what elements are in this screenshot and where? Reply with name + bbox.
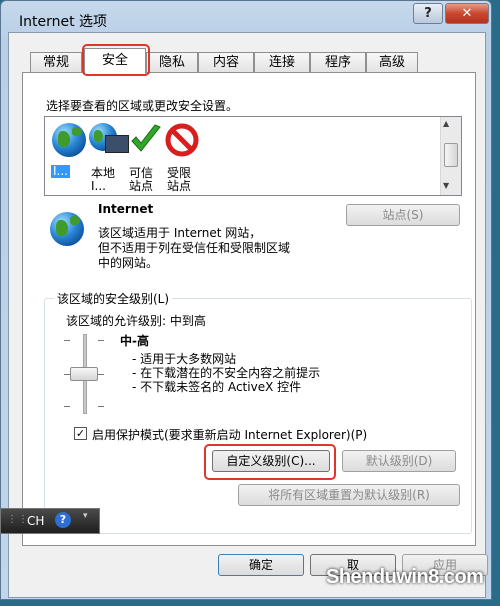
- watermark: Shenduwin8.com: [326, 566, 484, 588]
- security-level-name: 中-高: [120, 334, 149, 348]
- zone-item-restricted-sites[interactable]: 受限 站点: [165, 123, 205, 193]
- close-button[interactable]: ✕: [445, 3, 489, 24]
- tab-connections[interactable]: 连接: [254, 52, 310, 73]
- protected-mode-checkbox[interactable]: ✓: [74, 427, 87, 440]
- security-level-slider[interactable]: [62, 334, 108, 414]
- help-button[interactable]: ?: [413, 3, 443, 24]
- ok-button[interactable]: 确定: [218, 554, 304, 576]
- allowed-levels-text: 该区域的允许级别: 中到高: [66, 314, 206, 328]
- default-level-button[interactable]: 默认级别(D): [342, 450, 456, 472]
- selected-zone-globe-icon: [50, 212, 84, 246]
- slider-thumb[interactable]: [70, 367, 98, 381]
- help-icon[interactable]: ?: [55, 512, 71, 528]
- sites-button[interactable]: 站点(S): [346, 204, 460, 226]
- security-level-group-title: 该区域的安全级别(L): [54, 290, 173, 307]
- tab-advanced[interactable]: 高级: [366, 52, 418, 73]
- zone-scrollbar[interactable]: ▲ ▼: [440, 117, 461, 195]
- zone-label-internet: I...: [51, 164, 70, 178]
- language-indicator[interactable]: CH: [27, 514, 44, 528]
- protected-mode-label: 启用保护模式(要求重新启动 Internet Explorer)(P): [92, 428, 368, 442]
- scroll-thumb[interactable]: [444, 143, 458, 167]
- drag-handle-icon[interactable]: ⋮⋮: [7, 514, 29, 525]
- tab-privacy[interactable]: 隐私: [146, 52, 198, 73]
- tab-general[interactable]: 常规: [30, 52, 82, 73]
- tab-content[interactable]: 内容: [198, 52, 254, 73]
- zone-name: Internet: [98, 202, 154, 216]
- scroll-up-icon[interactable]: ▲: [443, 119, 449, 128]
- zone-list: I... 本地 I... 可信 站点 受限 站点: [44, 116, 462, 196]
- options-chevron-icon[interactable]: ▾: [83, 511, 88, 521]
- reset-all-zones-button[interactable]: 将所有区域重置为默认级别(R): [238, 484, 460, 506]
- zone-desc-line3: 中的网站。: [98, 256, 159, 270]
- zone-item-internet[interactable]: I...: [51, 123, 87, 187]
- zone-instruction: 选择要查看的区域或更改安全设置。: [46, 99, 239, 113]
- level-bullet-3: - 不下载未签名的 ActiveX 控件: [132, 380, 302, 394]
- highlight-custom-level: [204, 444, 336, 480]
- tab-programs[interactable]: 程序: [310, 52, 366, 73]
- globe-icon: [52, 123, 86, 157]
- checkmark-icon: [131, 124, 161, 152]
- window-title: Internet 选项: [19, 14, 108, 30]
- zone-item-local-intranet[interactable]: 本地 I...: [89, 123, 129, 193]
- highlight-security-tab: [82, 44, 150, 76]
- language-bar: ⋮⋮ CH ? ▾: [0, 508, 100, 534]
- restricted-icon: [165, 123, 199, 157]
- zone-item-trusted-sites[interactable]: 可信 站点: [129, 123, 165, 193]
- monitor-icon: [105, 135, 129, 153]
- scroll-down-icon[interactable]: ▼: [443, 181, 449, 190]
